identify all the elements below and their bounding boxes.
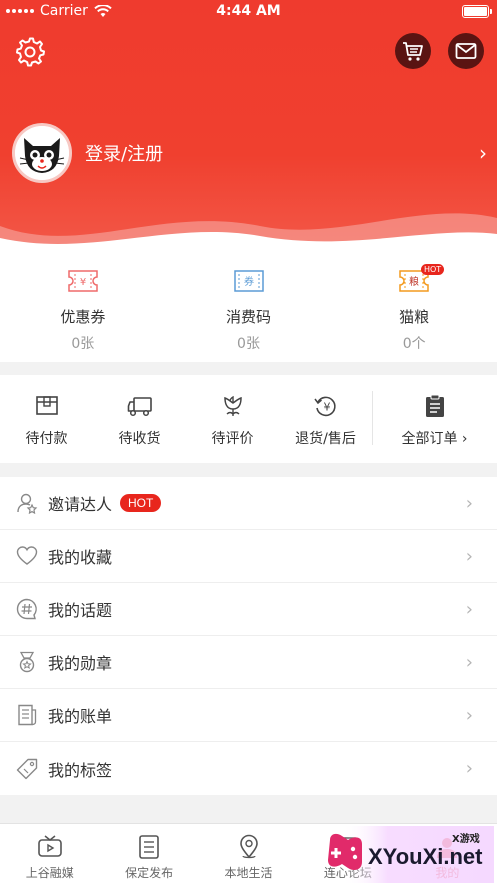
order-returns[interactable]: ¥ 退货/售后 xyxy=(279,375,372,463)
chevron-right-icon: › xyxy=(465,652,473,673)
tab-label: 本地生活 xyxy=(224,866,273,880)
menu-item-label: 我的标签 xyxy=(48,760,113,780)
mail-button[interactable] xyxy=(448,33,484,69)
stat-label: 优惠券 xyxy=(60,308,106,326)
tab-label: 上谷融媒 xyxy=(25,866,74,880)
chevron-right-icon: › xyxy=(465,705,473,726)
hot-badge: HOT xyxy=(420,264,445,275)
menu-item-favorites[interactable]: 我的收藏 › xyxy=(0,530,497,583)
gear-icon xyxy=(16,37,45,67)
menu-item-label: 我的话题 xyxy=(48,601,113,620)
chevron-right-icon: › xyxy=(465,493,473,514)
tv-icon xyxy=(37,835,62,857)
status-bar: Carrier 4:44 AM xyxy=(0,0,497,24)
location-icon xyxy=(239,834,258,859)
mail-icon xyxy=(455,43,477,59)
wallet-icon xyxy=(35,396,58,415)
svg-text:¥: ¥ xyxy=(323,401,330,414)
coupon-icon: ¥ xyxy=(68,270,98,292)
clipboard-icon xyxy=(425,394,444,417)
stat-label: 消费码 xyxy=(226,308,272,326)
chevron-right-icon: › xyxy=(465,758,473,779)
chevron-right-icon: › xyxy=(465,546,473,567)
menu-item-invite[interactable]: 邀请达人 HOT › xyxy=(0,477,497,530)
menu-item-bills[interactable]: 我的账单 › xyxy=(0,689,497,742)
menu-item-label: 我的勋章 xyxy=(48,654,113,673)
stat-label: 猫粮 xyxy=(399,308,430,326)
cart-button[interactable] xyxy=(395,33,431,69)
menu-item-topics[interactable]: 我的话题 › xyxy=(0,583,497,636)
hot-badge: HOT xyxy=(120,494,162,512)
order-label: 待评价 xyxy=(211,431,254,447)
avatar xyxy=(12,123,72,183)
watermark-small-text: X游戏 xyxy=(452,834,480,845)
voucher-icon: 券 xyxy=(233,270,264,292)
chevron-right-icon: › xyxy=(479,141,487,165)
battery-icon xyxy=(462,5,492,18)
bill-icon xyxy=(18,704,37,726)
tab-shanggu-media[interactable]: 上谷融媒 xyxy=(0,824,99,883)
login-register-link: 登录/注册 xyxy=(85,144,164,165)
order-pending-delivery[interactable]: 待收货 xyxy=(93,375,186,463)
cart-icon xyxy=(403,42,423,61)
tab-label: 保定发布 xyxy=(125,866,174,880)
header-wave xyxy=(0,213,497,260)
site-watermark: X游戏 XYouXi.net xyxy=(322,826,494,883)
login-row[interactable]: 登录/注册 › xyxy=(12,122,487,184)
stat-voucher[interactable]: 券 消费码 0张 xyxy=(166,258,332,362)
stat-cat-food[interactable]: 粮 HOT 猫粮 0个 xyxy=(331,258,497,362)
order-pending-payment[interactable]: 待付款 xyxy=(0,375,93,463)
profile-menu: 邀请达人 HOT › 我的收藏 › 我的话题 › 我的勋章 › 我的账单 › 我… xyxy=(0,477,497,795)
stat-value: 0张 xyxy=(237,336,260,352)
watermark-text: XYouXi.net xyxy=(368,844,483,869)
order-label: 待收货 xyxy=(118,431,161,447)
stat-value: 0个 xyxy=(402,336,426,352)
tab-local-life[interactable]: 本地生活 xyxy=(199,824,298,883)
cat-avatar-icon xyxy=(15,126,69,180)
order-pending-review[interactable]: 待评价 xyxy=(186,375,279,463)
flower-icon xyxy=(223,395,242,416)
status-time: 4:44 AM xyxy=(216,3,281,19)
medal-icon xyxy=(19,651,35,673)
menu-item-tags[interactable]: 我的标签 › xyxy=(0,742,497,795)
menu-item-label: 我的收藏 xyxy=(48,548,113,567)
menu-item-medals[interactable]: 我的勋章 › xyxy=(0,636,497,689)
stat-value: 0张 xyxy=(71,336,95,352)
heart-icon xyxy=(16,546,38,565)
profile-page: Carrier 4:44 AM 登录/注册 › ¥ 优惠券 0张 券 消费码 0… xyxy=(0,0,497,883)
profile-header: Carrier 4:44 AM 登录/注册 › xyxy=(0,0,497,260)
menu-item-label: 邀请达人 xyxy=(48,495,113,514)
svg-text:粮: 粮 xyxy=(409,275,419,288)
order-label: 全部订单 › xyxy=(401,431,468,447)
settings-button[interactable] xyxy=(14,36,46,68)
truck-icon xyxy=(127,397,152,417)
hashtag-icon xyxy=(16,598,37,620)
order-label: 待付款 xyxy=(25,431,68,447)
document-icon xyxy=(139,835,159,859)
order-shortcuts: 待付款 待收货 待评价 ¥ 退货/售后 全部订单 › xyxy=(0,375,497,463)
tab-baoding-release[interactable]: 保定发布 xyxy=(99,824,198,883)
chevron-right-icon: › xyxy=(465,599,473,620)
tag-icon xyxy=(16,758,38,779)
svg-text:¥: ¥ xyxy=(80,277,86,288)
invite-user-icon xyxy=(17,493,38,514)
all-orders-link[interactable]: 全部订单 › xyxy=(372,375,497,463)
stat-coupon[interactable]: ¥ 优惠券 0张 xyxy=(0,258,166,362)
order-label: 退货/售后 xyxy=(295,431,356,447)
wallet-stats: ¥ 优惠券 0张 券 消费码 0张 粮 HOT 猫粮 0个 xyxy=(0,258,497,362)
menu-item-label: 我的账单 xyxy=(48,707,113,726)
svg-text:券: 券 xyxy=(244,275,254,288)
refund-icon: ¥ xyxy=(313,396,336,417)
